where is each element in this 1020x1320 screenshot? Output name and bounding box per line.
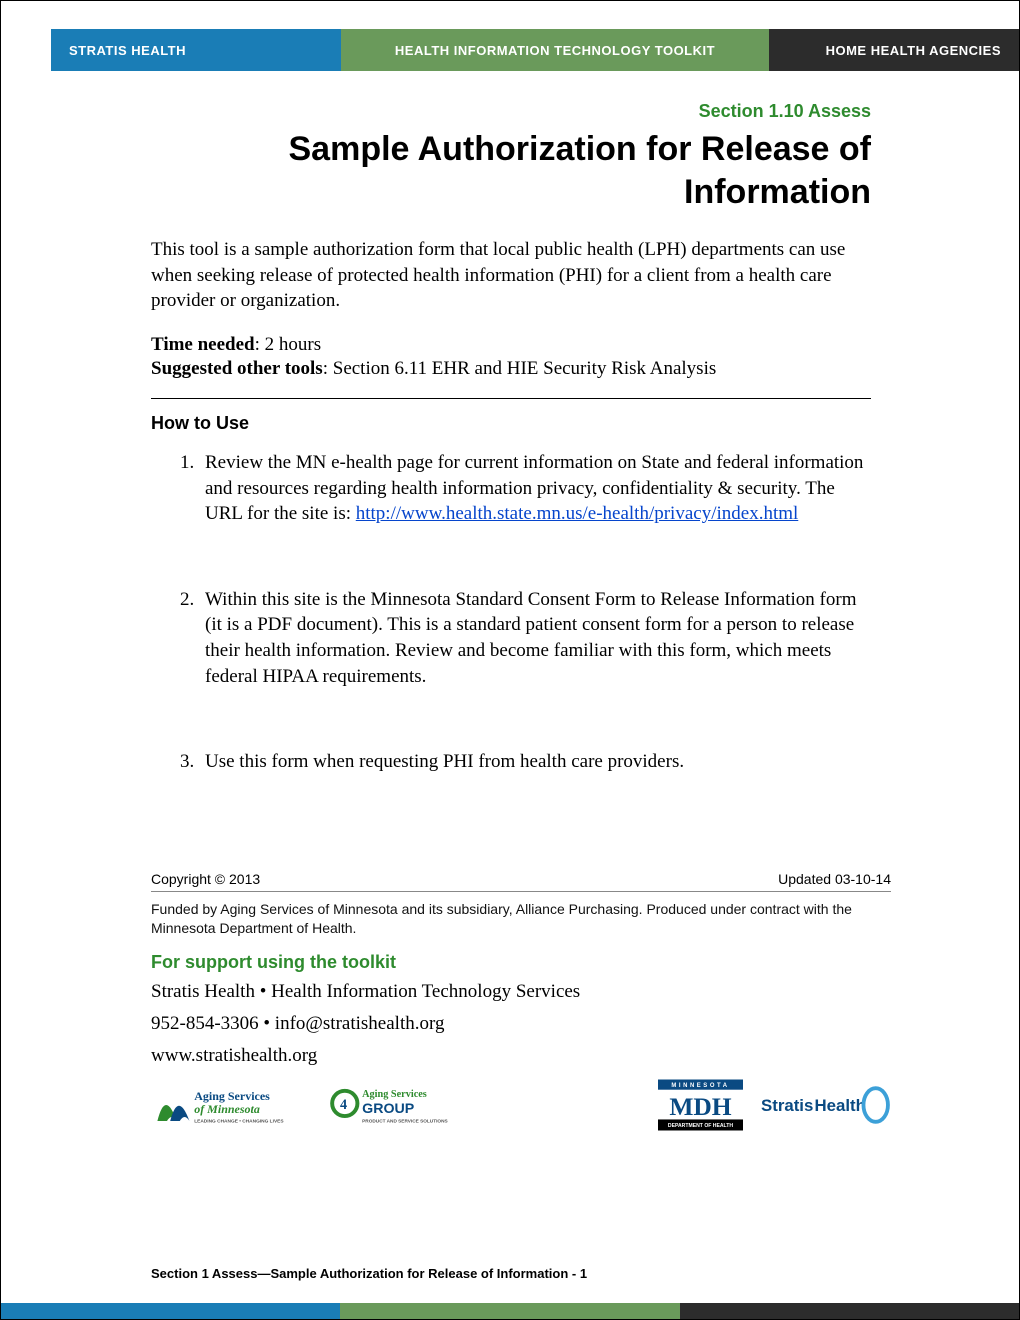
time-needed: Time needed: 2 hours [151, 334, 871, 356]
support-org: Stratis Health • Health Information Tech… [151, 981, 891, 1003]
asm-tagline: LEADING CHANGE • CHANGING LIVES [194, 1118, 284, 1124]
copyright-row: Copyright © 2013 Updated 03-10-14 [151, 871, 891, 892]
suggested-tools: Suggested other tools: Section 6.11 EHR … [151, 358, 871, 380]
main-content: Section 1.10 Assess Sample Authorization… [151, 101, 871, 835]
svg-text:DEPARTMENT OF HEALTH: DEPARTMENT OF HEALTH [668, 1123, 733, 1129]
svg-text:Aging Services: Aging Services [362, 1089, 427, 1100]
section-label: Section 1.10 Assess [151, 101, 871, 122]
time-needed-label: Time needed [151, 334, 255, 355]
intro-paragraph: This tool is a sample authorization form… [151, 237, 871, 314]
time-needed-value: : 2 hours [255, 334, 322, 355]
document-page: STRATIS HEALTH HEALTH INFORMATION TECHNO… [0, 0, 1020, 1320]
divider [151, 398, 871, 399]
suggested-value: : Section 6.11 EHR and HIE Security Risk… [323, 358, 717, 379]
support-phone: 952-854-3306 • info@stratishealth.org [151, 1013, 891, 1035]
svg-text:GROUP: GROUP [362, 1101, 414, 1117]
suggested-label: Suggested other tools [151, 358, 323, 379]
ehealth-link[interactable]: http://www.health.state.mn.us/e-health/p… [356, 503, 799, 524]
page-footer-text: Section 1 Assess—Sample Authorization fo… [151, 1266, 587, 1281]
aging-services-group-logo: 4 Aging Services GROUP PRODUCT AND SERVI… [329, 1079, 479, 1131]
steps-list: Review the MN e-health page for current … [151, 450, 871, 775]
svg-text:MINNESOTA: MINNESOTA [671, 1083, 729, 1089]
step-3: Use this form when requesting PHI from h… [199, 749, 871, 775]
aging-services-mn-logo: Aging Services of Minnesota LEADING CHAN… [151, 1079, 311, 1131]
funding-text: Funded by Aging Services of Minnesota an… [151, 900, 891, 938]
footer-block: Copyright © 2013 Updated 03-10-14 Funded… [151, 871, 891, 1131]
step-2: Within this site is the Minnesota Standa… [199, 587, 871, 690]
updated-text: Updated 03-10-14 [778, 871, 891, 887]
mdh-logo: MINNESOTA MDH DEPARTMENT OF HEALTH [658, 1079, 743, 1131]
svg-text:Stratis: Stratis [761, 1096, 813, 1115]
svg-text:Aging Services: Aging Services [194, 1089, 270, 1103]
header-right: HOME HEALTH AGENCIES [769, 29, 1019, 71]
step-1: Review the MN e-health page for current … [199, 450, 871, 527]
meta-block: Time needed: 2 hours Suggested other too… [151, 334, 871, 380]
header-center: HEALTH INFORMATION TECHNOLOGY TOOLKIT [341, 29, 769, 71]
logo-row: Aging Services of Minnesota LEADING CHAN… [151, 1079, 891, 1131]
svg-text:of Minnesota: of Minnesota [194, 1102, 260, 1116]
svg-text:4: 4 [340, 1097, 347, 1113]
header-left: STRATIS HEALTH [51, 29, 341, 71]
support-heading: For support using the toolkit [151, 952, 891, 973]
bottom-stripe [1, 1303, 1019, 1319]
header-bar: STRATIS HEALTH HEALTH INFORMATION TECHNO… [51, 29, 1019, 71]
copyright-text: Copyright © 2013 [151, 871, 260, 887]
svg-text:PRODUCT AND SERVICE SOLUTIONS: PRODUCT AND SERVICE SOLUTIONS [362, 1118, 447, 1124]
support-url: www.stratishealth.org [151, 1045, 891, 1067]
how-to-use-heading: How to Use [151, 413, 871, 434]
stratis-health-logo: Stratis Health [761, 1079, 891, 1131]
svg-text:Health: Health [815, 1096, 866, 1115]
page-title: Sample Authorization for Release of Info… [151, 128, 871, 213]
svg-text:MDH: MDH [669, 1092, 731, 1121]
